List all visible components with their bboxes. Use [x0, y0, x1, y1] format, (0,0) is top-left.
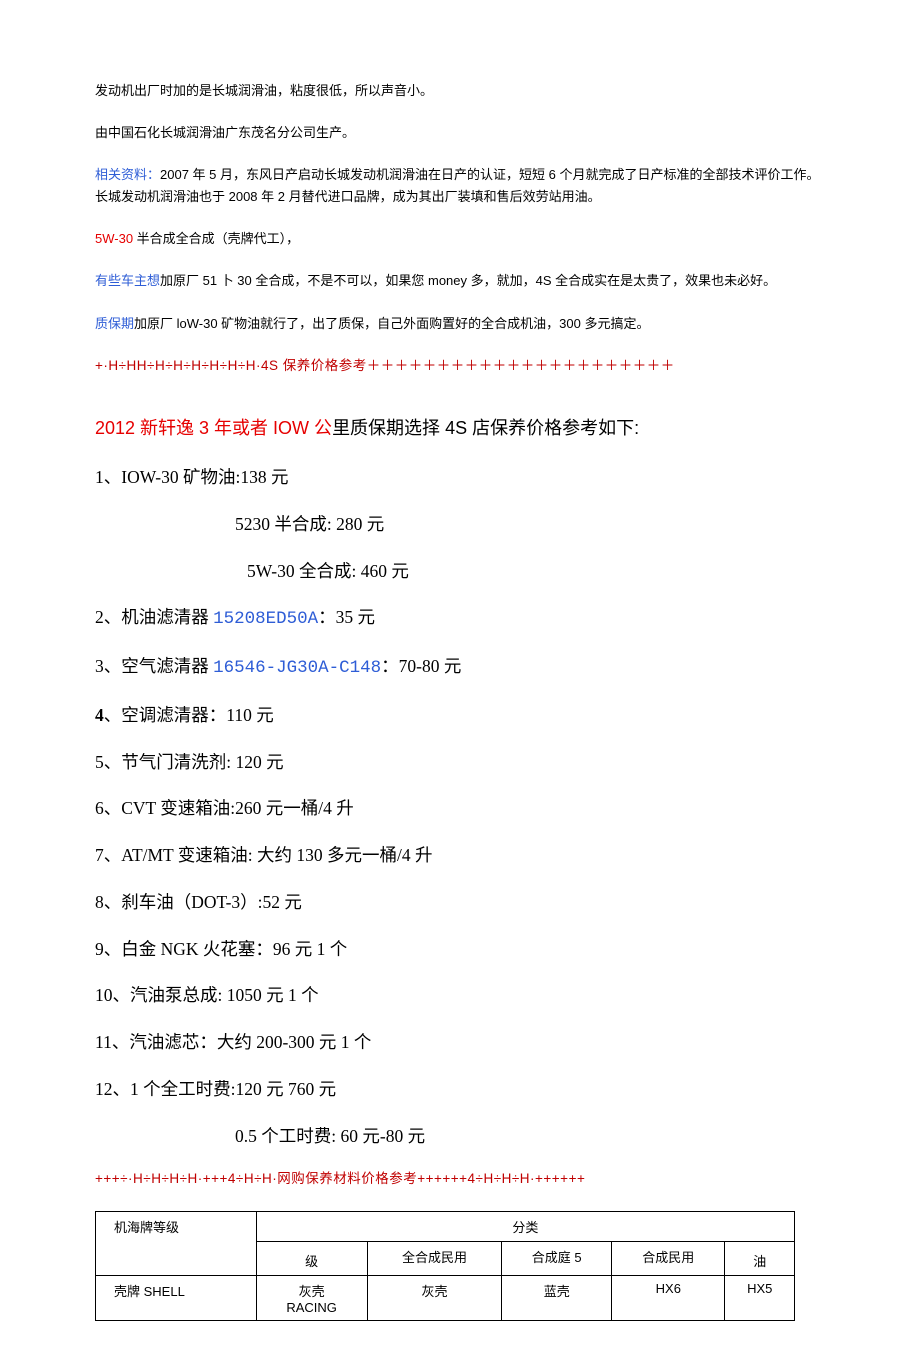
- td-shell-1: 灰壳 RACING: [256, 1276, 367, 1321]
- td-shell-5: HX5: [725, 1276, 795, 1321]
- th-col1: 级: [256, 1242, 367, 1276]
- item-10: 10、汽油泵总成: 1050 元 1 个: [95, 981, 825, 1011]
- td-shell-3: 蓝壳: [502, 1276, 612, 1321]
- text-warranty: 加原厂 loW-30 矿物油就行了，出了质保，自己外面购置好的全合成机油，300…: [134, 316, 649, 331]
- paragraph-warranty: 质保期加原厂 loW-30 矿物油就行了，出了质保，自己外面购置好的全合成机油，…: [95, 313, 825, 335]
- item-5: 5、节气门清洗剂: 120 元: [95, 748, 825, 778]
- td-brand-shell: 壳牌 SHELL: [96, 1276, 257, 1321]
- paragraph-5w30: 5W-30 半合成全合成（壳牌代工），: [95, 228, 825, 250]
- th-col3: 合成庭 5: [502, 1242, 612, 1276]
- td-shell-1b: RACING: [265, 1300, 359, 1315]
- item-6: 6、CVT 变速箱油:260 元一桶/4 升: [95, 794, 825, 824]
- item-2-pre: 2、机油滤清器: [95, 607, 213, 627]
- item-3-pre: 3、空气滤清器: [95, 656, 213, 676]
- oil-brand-table: 机海牌等级 分类 级 全合成民用 合成庭 5 合成民用 油 壳牌 SHELL 灰…: [95, 1211, 795, 1321]
- text-5w30-red: 5W-30: [95, 231, 133, 246]
- section-title-black: 里质保期选择 4S 店保养价格参考如下:: [332, 418, 639, 438]
- section-title-4s: 2012 新轩逸 3 年或者 IOW 公里质保期选择 4S 店保养价格参考如下:: [95, 413, 825, 444]
- item-4-text: 、空调滤清器：110 元: [104, 705, 274, 725]
- item-1a: 5230 半合成: 280 元: [235, 510, 825, 540]
- label-some-owners: 有些车主想: [95, 273, 160, 288]
- text-some-owners: 加原厂 51 卜 30 全合成，不是不可以，如果您 money 多，就加，4S …: [160, 273, 776, 288]
- td-shell-2: 灰壳: [367, 1276, 502, 1321]
- item-3-partno: 16546-JG30A-C148: [213, 658, 381, 678]
- th-category: 分类: [256, 1212, 794, 1242]
- item-11: 11、汽油滤芯：大约 200-300 元 1 个: [95, 1028, 825, 1058]
- item-12: 12、1 个全工时费:120 元 760 元: [95, 1075, 825, 1105]
- th-col5: 油: [725, 1242, 795, 1276]
- table-row: 壳牌 SHELL 灰壳 RACING 灰壳 蓝壳 HX6 HX5: [96, 1276, 795, 1321]
- item-2-partno: 15208ED50A: [213, 609, 318, 629]
- th-col1-sub: 级: [265, 1249, 359, 1270]
- item-4-num: 4: [95, 705, 104, 725]
- label-warranty: 质保期: [95, 316, 134, 331]
- th-col4: 合成民用: [612, 1242, 725, 1276]
- section-title-red: 2012 新轩逸 3 年或者 IOW 公: [95, 418, 332, 438]
- paragraph-some-owners: 有些车主想加原厂 51 卜 30 全合成，不是不可以，如果您 money 多，就…: [95, 270, 825, 292]
- paragraph-related-info: 相关资料：2007 年 5 月，东风日产启动长城发动机润滑油在日产的认证，短短 …: [95, 164, 825, 208]
- item-8: 8、刹车油（DOT-3）:52 元: [95, 888, 825, 918]
- item-3-post: ：70-80 元: [381, 656, 461, 676]
- item-2: 2、机油滤清器 15208ED50A：35 元: [95, 603, 825, 635]
- text-5w30-rest: 半合成全合成（壳牌代工），: [133, 231, 299, 246]
- item-4: 4、空调滤清器：110 元: [95, 701, 825, 731]
- item-2-post: ：35 元: [318, 607, 375, 627]
- item-3: 3、空气滤清器 16546-JG30A-C148：70-80 元: [95, 652, 825, 684]
- divider-online-price: +++÷·H÷H÷H÷H·+++4÷H÷H·网购保养材料价格参考++++++4÷…: [95, 1168, 825, 1191]
- table-row: 机海牌等级 分类: [96, 1212, 795, 1242]
- label-related-info: 相关资料：: [95, 167, 160, 182]
- td-shell-4: HX6: [612, 1276, 725, 1321]
- th-col5-sub: 油: [733, 1249, 786, 1270]
- td-shell-1a: 灰壳: [265, 1281, 359, 1300]
- th-col2: 全合成民用: [367, 1242, 502, 1276]
- item-1b: 5W-30 全合成: 460 元: [247, 557, 825, 587]
- th-brand-grade: 机海牌等级: [96, 1212, 257, 1276]
- item-9: 9、白金 NGK 火花塞：96 元 1 个: [95, 935, 825, 965]
- paragraph-manufacturer: 由中国石化长城润滑油广东茂名分公司生产。: [95, 122, 825, 144]
- item-1: 1、IOW-30 矿物油:138 元: [95, 463, 825, 493]
- divider-4s-price: +·H÷HH÷H÷H÷H÷H÷H÷H·4S 保养价格参考＋＋＋＋＋＋＋＋＋＋＋＋…: [95, 355, 825, 378]
- item-7: 7、AT/MT 变速箱油: 大约 130 多元一桶/4 升: [95, 841, 825, 871]
- item-12a: 0.5 个工时费: 60 元-80 元: [235, 1122, 825, 1152]
- paragraph-engine-oil: 发动机出厂时加的是长城润滑油，粘度很低，所以声音小。: [95, 80, 825, 102]
- text-related-info: 2007 年 5 月，东风日产启动长城发动机润滑油在日产的认证，短短 6 个月就…: [95, 167, 819, 204]
